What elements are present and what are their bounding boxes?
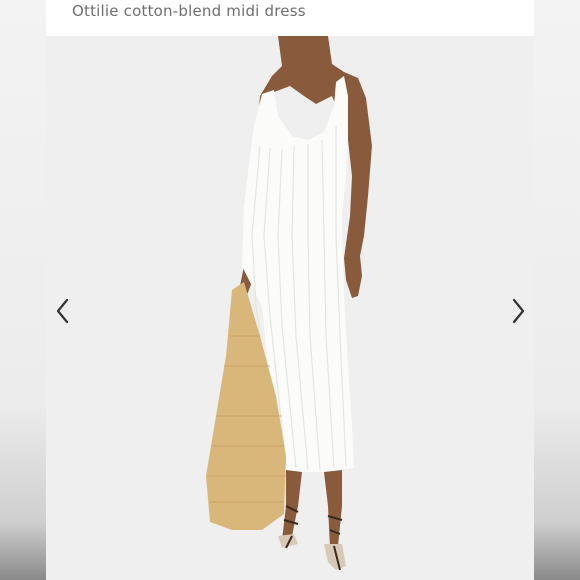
right-backdrop (534, 0, 580, 580)
product-title: Ottilie cotton-blend midi dress (72, 2, 306, 20)
title-bar: Ottilie cotton-blend midi dress (46, 0, 534, 36)
left-backdrop (0, 0, 46, 580)
chevron-right-icon[interactable] (507, 296, 529, 326)
product-photo (46, 36, 534, 580)
chevron-left-icon[interactable] (52, 296, 74, 326)
product-image-gallery[interactable] (46, 36, 534, 580)
